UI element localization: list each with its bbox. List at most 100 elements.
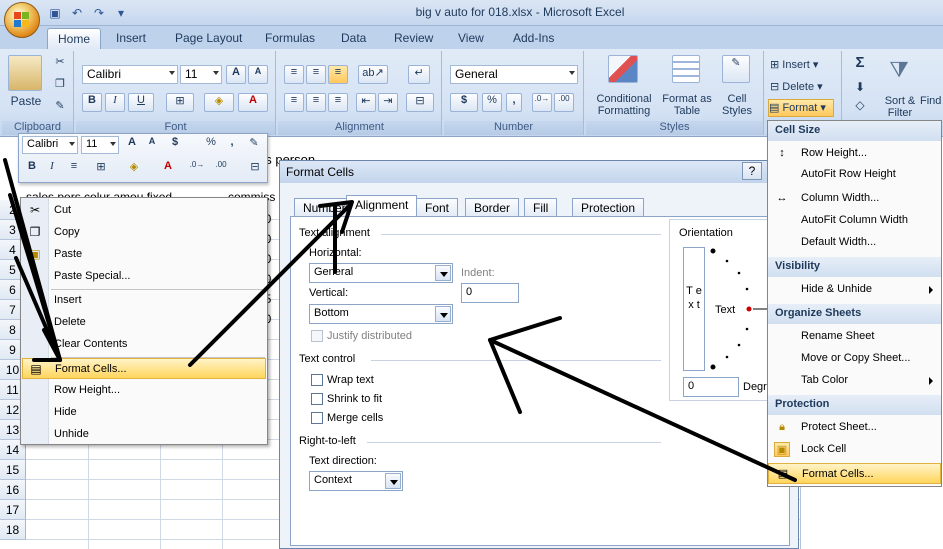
- shrink-font-icon[interactable]: A: [248, 65, 268, 84]
- menu-item-row-height[interactable]: ↕ Row Height...: [768, 143, 941, 164]
- menu-item-format-cells[interactable]: ▤ Format Cells...: [22, 358, 266, 379]
- justify-distributed-checkbox[interactable]: [311, 330, 323, 342]
- menu-item-hide[interactable]: Hide: [22, 402, 266, 423]
- mini-font-combo[interactable]: Calibri: [22, 136, 78, 154]
- sort-filter-label[interactable]: Sort & Filter: [880, 95, 920, 119]
- menu-item-clear-contents[interactable]: Clear Contents: [22, 334, 266, 355]
- number-format-combo[interactable]: General: [450, 65, 578, 84]
- orientation-icon[interactable]: ab↗: [358, 65, 388, 84]
- mini-currency-button[interactable]: $: [165, 136, 185, 154]
- undo-icon[interactable]: ↶: [68, 5, 86, 21]
- text-direction-select[interactable]: Context: [309, 471, 403, 491]
- horizontal-select[interactable]: General: [309, 263, 453, 283]
- cut-icon[interactable]: ✂: [52, 55, 68, 71]
- copy-icon[interactable]: ❐: [52, 77, 68, 93]
- font-color-icon[interactable]: A: [238, 93, 268, 112]
- menu-item-rename-sheet[interactable]: Rename Sheet: [768, 326, 941, 347]
- customize-qat-icon[interactable]: ▾: [112, 5, 130, 21]
- tab-fill[interactable]: Fill: [524, 198, 558, 217]
- fill-color-icon[interactable]: ◈: [204, 93, 234, 112]
- mini-grow-font-icon[interactable]: A: [123, 136, 141, 154]
- merge-cells-checkbox[interactable]: [311, 412, 323, 424]
- row-header[interactable]: 16: [0, 480, 26, 500]
- borders-icon[interactable]: ⊞: [166, 93, 194, 112]
- office-button[interactable]: [4, 2, 40, 38]
- tab-border[interactable]: Border: [465, 198, 520, 217]
- align-middle-icon[interactable]: ≡: [306, 65, 326, 84]
- tab-review[interactable]: Review: [384, 28, 443, 49]
- mini-fill-color-icon[interactable]: ◈: [121, 160, 147, 179]
- tab-view[interactable]: View: [448, 28, 494, 49]
- menu-item-paste[interactable]: ▣ Paste: [22, 244, 266, 265]
- clear-icon[interactable]: ◇: [850, 99, 870, 111]
- font-size-combo[interactable]: 11: [180, 65, 222, 84]
- shrink-to-fit-checkbox[interactable]: [311, 393, 323, 405]
- merge-center-icon[interactable]: ⊟: [406, 93, 434, 112]
- tab-page-layout[interactable]: Page Layout: [165, 28, 252, 49]
- menu-item-hide-unhide[interactable]: Hide & Unhide: [768, 279, 941, 300]
- font-name-combo[interactable]: Calibri: [82, 65, 178, 84]
- mini-size-combo[interactable]: 11: [81, 136, 119, 154]
- row-header[interactable]: 17: [0, 500, 26, 520]
- menu-item-column-width[interactable]: ↔ Column Width...: [768, 188, 941, 209]
- mini-format-painter-icon[interactable]: ✎: [245, 136, 263, 154]
- menu-item-cut[interactable]: ✂ Cut: [22, 200, 266, 221]
- comma-button[interactable]: ,: [506, 93, 522, 112]
- tab-add-ins[interactable]: Add-Ins: [503, 28, 564, 49]
- tab-data[interactable]: Data: [331, 28, 376, 49]
- mini-shrink-font-icon[interactable]: A: [143, 136, 161, 154]
- wrap-text-checkbox[interactable]: [311, 374, 323, 386]
- dialog-help-button[interactable]: ?: [742, 162, 762, 180]
- increase-indent-icon[interactable]: ⇥: [378, 93, 398, 112]
- mini-merge-icon[interactable]: ⊟: [245, 160, 265, 179]
- menu-item-copy[interactable]: ❐ Copy: [22, 222, 266, 243]
- format-cells-dropdown[interactable]: ▤ Format ▾: [768, 99, 834, 117]
- menu-item-protect-sheet[interactable]: 🔒︎ Protect Sheet...: [768, 417, 941, 438]
- grow-font-icon[interactable]: A: [226, 65, 246, 84]
- tab-home[interactable]: Home: [47, 28, 102, 49]
- mini-comma-button[interactable]: ,: [225, 136, 239, 154]
- menu-item-unhide[interactable]: Unhide: [22, 424, 266, 445]
- tab-font[interactable]: Font: [416, 198, 459, 217]
- conditional-formatting-label[interactable]: Conditional Formatting: [588, 93, 660, 117]
- align-center-icon[interactable]: ≡: [306, 93, 326, 112]
- degrees-spinner[interactable]: 0: [683, 377, 739, 397]
- cell-styles-icon[interactable]: ✎: [722, 55, 750, 83]
- menu-item-row-height[interactable]: Row Height...: [22, 380, 266, 401]
- delete-cells-button[interactable]: ⊟ Delete ▾: [770, 81, 838, 93]
- row-header[interactable]: 18: [0, 520, 26, 540]
- format-painter-icon[interactable]: ✎: [52, 99, 68, 115]
- menu-item-tab-color[interactable]: Tab Color: [768, 370, 941, 391]
- menu-item-autofit-row-height[interactable]: AutoFit Row Height: [768, 164, 941, 185]
- currency-button[interactable]: $: [450, 93, 478, 112]
- tab-alignment[interactable]: Alignment: [346, 195, 418, 217]
- mini-bold-icon[interactable]: B: [23, 160, 41, 179]
- mini-percent-button[interactable]: %: [201, 136, 221, 154]
- tab-formulas[interactable]: Formulas: [255, 28, 325, 49]
- decrease-decimal-icon[interactable]: .00: [554, 93, 574, 112]
- autosum-icon[interactable]: Σ: [850, 55, 870, 70]
- mini-borders-icon[interactable]: ⊞: [89, 160, 113, 179]
- underline-icon[interactable]: U: [128, 93, 154, 112]
- decrease-indent-icon[interactable]: ⇤: [356, 93, 376, 112]
- mini-center-icon[interactable]: ≡: [65, 160, 83, 179]
- bold-icon[interactable]: B: [82, 93, 102, 112]
- cell-styles-label[interactable]: Cell Styles: [716, 93, 758, 117]
- conditional-formatting-icon[interactable]: [608, 55, 638, 83]
- indent-spinner[interactable]: 0: [461, 283, 519, 303]
- find-select-label[interactable]: Find & Sele: [920, 95, 943, 107]
- percent-button[interactable]: %: [482, 93, 502, 112]
- paste-icon[interactable]: [8, 55, 42, 91]
- tab-insert[interactable]: Insert: [106, 28, 156, 49]
- menu-item-format-cells[interactable]: ▤ Format Cells...: [768, 463, 941, 484]
- menu-item-move-copy-sheet[interactable]: Move or Copy Sheet...: [768, 348, 941, 369]
- menu-item-lock-cell[interactable]: ▣ Lock Cell: [768, 439, 941, 460]
- menu-item-paste-special[interactable]: Paste Special...: [22, 266, 266, 287]
- fill-icon[interactable]: ⬇: [850, 81, 870, 93]
- format-as-table-label[interactable]: Format as Table: [662, 93, 712, 117]
- vertical-text-toggle[interactable]: T e x t: [683, 247, 705, 371]
- save-icon[interactable]: ▣: [46, 5, 64, 21]
- tab-protection[interactable]: Protection: [572, 198, 645, 217]
- mini-increase-decimal-icon[interactable]: .0→: [187, 160, 207, 179]
- align-left-icon[interactable]: ≡: [284, 93, 304, 112]
